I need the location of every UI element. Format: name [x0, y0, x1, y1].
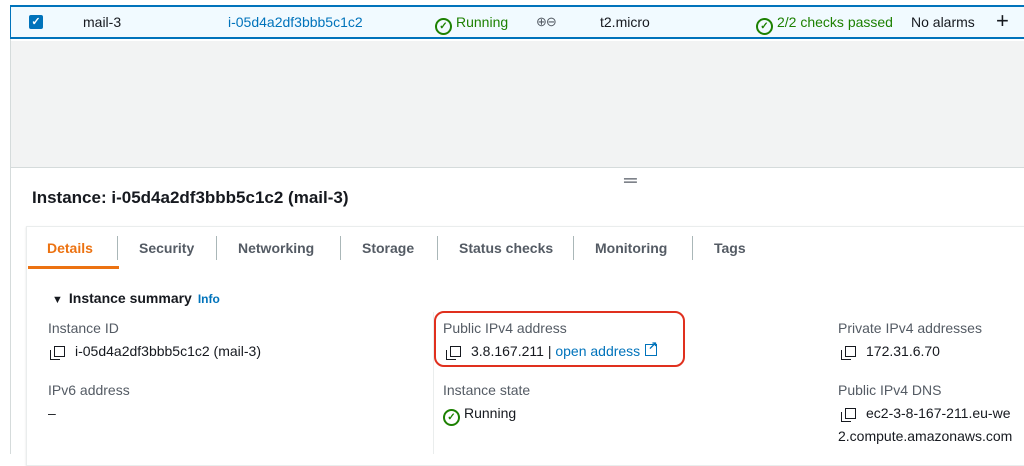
- active-tab-underline: [28, 266, 119, 269]
- ipv6-value: –: [48, 405, 56, 421]
- private-ipv4-label: Private IPv4 addresses: [838, 320, 982, 336]
- tab-separator: [692, 236, 693, 260]
- info-link[interactable]: Info: [198, 292, 220, 306]
- instance-name: mail-3: [83, 14, 122, 30]
- instance-type: t2.micro: [600, 14, 650, 30]
- tab-separator: [340, 236, 341, 260]
- private-ipv4-value: 172.31.6.70: [841, 343, 940, 360]
- check-circle-icon: ✓: [756, 18, 773, 35]
- tab-separator: [573, 236, 574, 260]
- public-dns-label: Public IPv4 DNS: [838, 382, 942, 398]
- public-dns-value-line2: 2.compute.amazonaws.com: [838, 428, 1013, 444]
- table-empty-area: [10, 41, 1024, 167]
- split-divider: [10, 167, 1024, 168]
- status-checks[interactable]: ✓ 2/2 checks passed: [756, 7, 893, 37]
- add-alarm-button[interactable]: +: [996, 7, 1009, 35]
- instance-state: ✓ Running: [435, 7, 508, 37]
- instance-state-label: Instance state: [443, 382, 531, 398]
- tab-storage[interactable]: Storage: [362, 240, 414, 256]
- check-circle-icon: ✓: [435, 18, 452, 35]
- details-title: Instance: i-05d4a2df3bbb5c1c2 (mail-3): [32, 188, 349, 207]
- tab-separator: [216, 236, 217, 260]
- ipv6-label: IPv6 address: [48, 382, 130, 398]
- zoom-icons[interactable]: ⊕⊖: [536, 7, 557, 37]
- copy-icon[interactable]: [841, 346, 856, 360]
- alarm-status: No alarms: [911, 14, 975, 30]
- highlight-annotation: [434, 311, 685, 367]
- public-dns-value-line1: ec2-3-8-167-211.eu-we: [841, 405, 1011, 422]
- tab-monitoring[interactable]: Monitoring: [595, 240, 667, 256]
- instance-state-value: ✓ Running: [443, 405, 516, 426]
- tab-status-checks[interactable]: Status checks: [459, 240, 553, 256]
- instance-id-link[interactable]: i-05d4a2df3bbb5c1c2: [228, 7, 363, 37]
- instance-row-selected[interactable]: ✓ mail-3 i-05d4a2df3bbb5c1c2 ✓ Running ⊕⊖…: [10, 5, 1024, 39]
- tab-networking[interactable]: Networking: [238, 240, 314, 256]
- tab-security[interactable]: Security: [139, 240, 194, 256]
- instance-id-value: i-05d4a2df3bbb5c1c2 (mail-3): [50, 343, 261, 360]
- check-circle-icon: ✓: [443, 409, 460, 426]
- resize-handle-icon[interactable]: ═: [624, 170, 637, 191]
- caret-down-icon: ▼: [52, 294, 63, 306]
- row-checkbox[interactable]: ✓: [29, 15, 43, 29]
- instance-summary-header[interactable]: ▼ Instance summary Info: [52, 290, 220, 306]
- tab-tags[interactable]: Tags: [714, 240, 746, 256]
- tab-details[interactable]: Details: [47, 240, 93, 256]
- tab-separator: [117, 236, 118, 260]
- tab-separator: [437, 236, 438, 260]
- copy-icon[interactable]: [50, 346, 65, 360]
- copy-icon[interactable]: [841, 408, 856, 422]
- instance-id-label: Instance ID: [48, 320, 119, 336]
- left-border: [10, 39, 11, 454]
